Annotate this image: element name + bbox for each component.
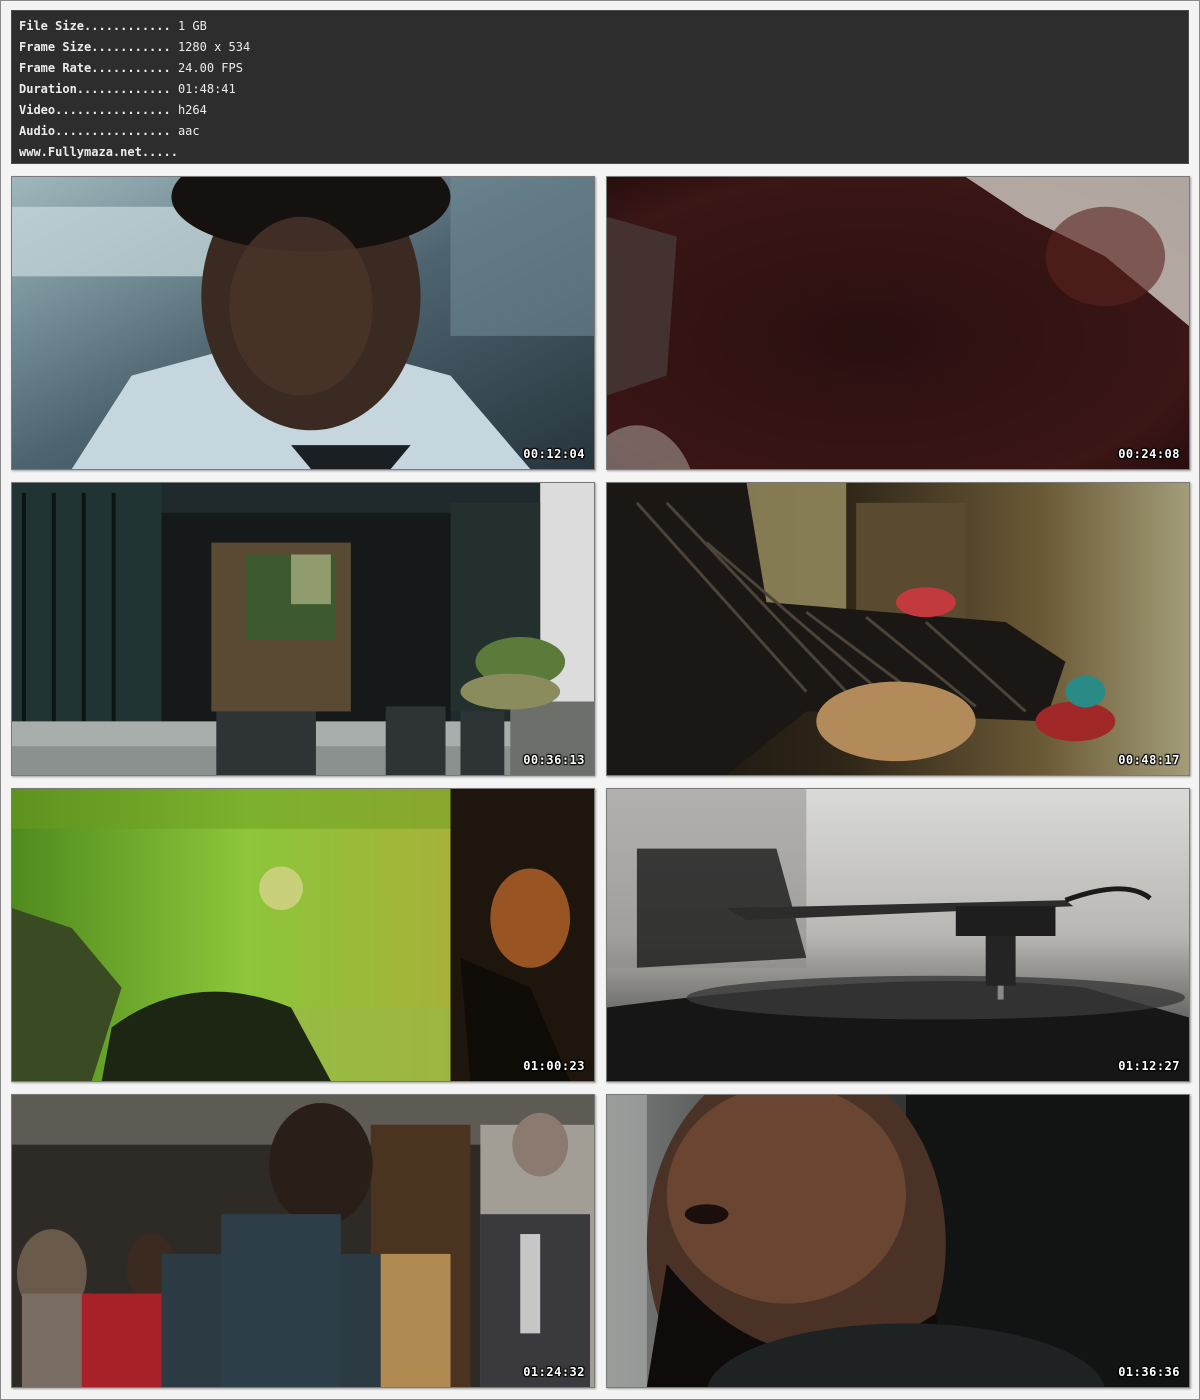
thumbnail-frame-8[interactable]: 01:36:36: [606, 1094, 1190, 1388]
scene-record-turntable: [607, 789, 1189, 1081]
info-duration: Duration............. 01:48:41: [19, 82, 236, 96]
frame-timestamp: 01:24:32: [523, 1365, 585, 1379]
frame-timestamp: 01:12:27: [1118, 1059, 1180, 1073]
info-file-size: File Size............ 1 GB: [19, 19, 207, 33]
info-frame-size: Frame Size........... 1280 x 534: [19, 40, 251, 54]
frame-timestamp: 01:36:36: [1118, 1365, 1180, 1379]
scene-boy-in-white-shirt: [12, 177, 594, 469]
info-frame-rate: Frame Rate........... 24.00 FPS: [19, 61, 243, 75]
frame-timestamp: 00:48:17: [1118, 753, 1180, 767]
frame-timestamp: 00:36:13: [523, 753, 585, 767]
thumbnail-frame-4[interactable]: 00:48:17: [606, 482, 1190, 776]
scene-dark-blurred-closeup: [607, 177, 1189, 469]
thumbnail-frame-1[interactable]: 00:12:04: [11, 176, 595, 470]
scene-bearded-man-closeup: [607, 1095, 1189, 1387]
thumbnail-frame-2[interactable]: 00:24:08: [606, 176, 1190, 470]
thumbnail-frame-5[interactable]: 01:00:23: [11, 788, 595, 1082]
info-audio: Audio................ aac: [19, 124, 200, 138]
contact-sheet: File Size............ 1 GB Frame Size...…: [0, 0, 1200, 1400]
scene-crowd-scene: [12, 1095, 594, 1387]
thumbnail-frame-7[interactable]: 01:24:32: [11, 1094, 595, 1388]
media-info-panel: File Size............ 1 GB Frame Size...…: [11, 10, 1189, 164]
frame-timestamp: 01:00:23: [523, 1059, 585, 1073]
frame-timestamp: 00:24:08: [1118, 447, 1180, 461]
info-website: www.Fullymaza.net.....: [19, 145, 178, 159]
scene-building-entrance: [12, 483, 594, 775]
thumbnail-frame-3[interactable]: 00:36:13: [11, 482, 595, 776]
info-video: Video................ h264: [19, 103, 207, 117]
frame-timestamp: 00:12:04: [523, 447, 585, 461]
scene-striped-sleeve-arm: [607, 483, 1189, 775]
scene-green-wall-room: [12, 789, 594, 1081]
thumbnail-frame-6[interactable]: 01:12:27: [606, 788, 1190, 1082]
